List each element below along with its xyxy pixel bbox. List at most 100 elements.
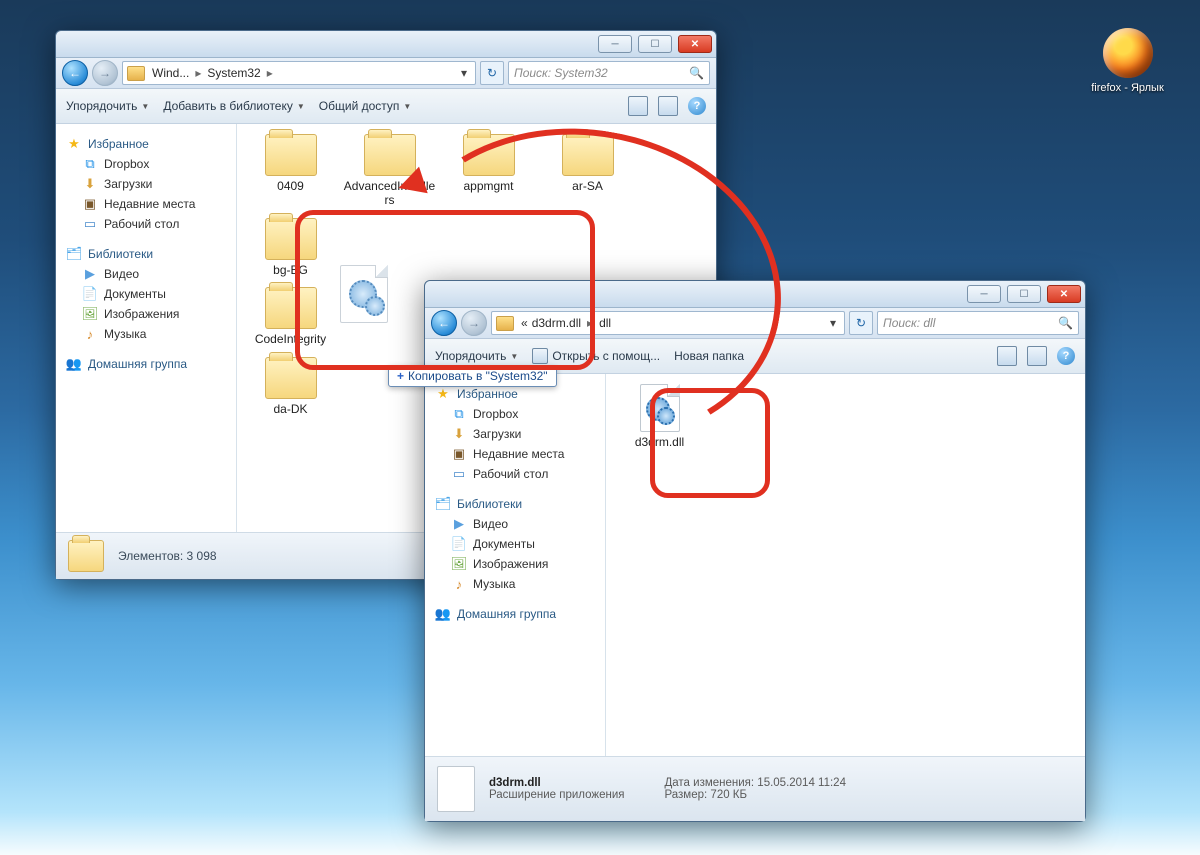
pictures-icon: 🖼 bbox=[451, 556, 467, 572]
breadcrumb-2[interactable]: System32 bbox=[207, 66, 260, 80]
refresh-button[interactable]: ↻ bbox=[849, 311, 873, 335]
help-icon[interactable]: ? bbox=[688, 97, 706, 115]
preview-pane-icon[interactable] bbox=[1027, 346, 1047, 366]
maximize-button[interactable]: ☐ bbox=[638, 35, 672, 53]
details-date: 15.05.2014 11:24 bbox=[757, 777, 846, 789]
nav-forward-button[interactable]: → bbox=[92, 60, 118, 86]
cmd-organize[interactable]: Упорядочить▼ bbox=[66, 99, 149, 113]
folder-icon bbox=[265, 134, 317, 176]
close-button[interactable]: ✕ bbox=[678, 35, 712, 53]
sidebar-item-documents[interactable]: 📄Документы bbox=[425, 534, 605, 554]
recent-icon: ▣ bbox=[451, 446, 467, 462]
sidebar-item-desktop[interactable]: ▭Рабочий стол bbox=[425, 464, 605, 484]
folder-icon bbox=[364, 134, 416, 176]
close-button[interactable]: ✕ bbox=[1047, 285, 1081, 303]
nav-pane[interactable]: ★Избранное ⧉Dropbox ⬇Загрузки ▣Недавние … bbox=[56, 124, 237, 532]
file-item-d3drm[interactable]: d3drm.dll bbox=[612, 384, 707, 450]
folder-icon bbox=[265, 218, 317, 260]
folder-icon bbox=[68, 540, 104, 572]
sidebar-item-recent[interactable]: ▣Недавние места bbox=[56, 194, 236, 214]
sidebar-item-music[interactable]: ♪Музыка bbox=[425, 574, 605, 594]
nav-back-button[interactable]: ← bbox=[431, 310, 457, 336]
location-bar[interactable]: Wind... ▸ System32 ▸ ▾ bbox=[122, 61, 476, 85]
documents-icon: 📄 bbox=[82, 286, 98, 302]
maximize-button[interactable]: ☐ bbox=[1007, 285, 1041, 303]
breadcrumb-1[interactable]: Wind... bbox=[152, 66, 189, 80]
sidebar-item-videos[interactable]: ▶Видео bbox=[56, 264, 236, 284]
open-with-icon bbox=[532, 348, 548, 364]
folder-item[interactable]: appmgmt bbox=[441, 134, 536, 208]
file-list[interactable]: d3drm.dll bbox=[606, 374, 1085, 756]
details-filename: d3drm.dll bbox=[489, 777, 541, 789]
sidebar-item-documents[interactable]: 📄Документы bbox=[56, 284, 236, 304]
desktop-icon: ▭ bbox=[82, 216, 98, 232]
cmd-open-with[interactable]: Открыть с помощ... bbox=[532, 348, 660, 364]
drag-ghost-dll bbox=[340, 265, 388, 327]
folder-item[interactable]: CodeIntegrity bbox=[243, 287, 338, 347]
details-size: 720 КБ bbox=[710, 789, 747, 801]
search-input[interactable]: Поиск: dll 🔍 bbox=[877, 311, 1079, 335]
refresh-button[interactable]: ↻ bbox=[480, 61, 504, 85]
details-pane: d3drm.dll Расширение приложения Дата изм… bbox=[425, 756, 1085, 821]
sidebar-libraries-header[interactable]: 🗂Библиотеки bbox=[425, 494, 605, 514]
cmd-new-folder[interactable]: Новая папка bbox=[674, 349, 744, 363]
cmd-add-to-library[interactable]: Добавить в библиотеку▼ bbox=[163, 99, 304, 113]
nav-back-button[interactable]: ← bbox=[62, 60, 88, 86]
location-dropdown[interactable]: ▾ bbox=[457, 66, 471, 80]
sidebar-homegroup-header[interactable]: 👥Домашняя группа bbox=[425, 604, 605, 624]
folder-item[interactable]: 0409 bbox=[243, 134, 338, 208]
location-bar[interactable]: « d3drm.dll ▸ dll ▾ bbox=[491, 311, 845, 335]
folder-item[interactable]: da-DK bbox=[243, 357, 338, 417]
nav-forward-button[interactable]: → bbox=[461, 310, 487, 336]
sidebar-homegroup-header[interactable]: 👥Домашняя группа bbox=[56, 354, 236, 374]
cmd-organize[interactable]: Упорядочить▼ bbox=[435, 349, 518, 363]
sidebar-item-downloads[interactable]: ⬇Загрузки bbox=[425, 424, 605, 444]
sidebar-item-desktop[interactable]: ▭Рабочий стол bbox=[56, 214, 236, 234]
copy-tooltip: + Копировать в "System32" bbox=[388, 365, 557, 387]
sidebar-item-pictures[interactable]: 🖼Изображения bbox=[425, 554, 605, 574]
sidebar-item-pictures[interactable]: 🖼Изображения bbox=[56, 304, 236, 324]
folder-item[interactable]: AdvancedInstallers bbox=[342, 134, 437, 208]
breadcrumb-2[interactable]: dll bbox=[599, 316, 611, 330]
explorer-window-dll[interactable]: ─ ☐ ✕ ← → « d3drm.dll ▸ dll ▾ ↻ Поиск: d… bbox=[424, 280, 1086, 822]
view-options-icon[interactable] bbox=[997, 346, 1017, 366]
dll-file-icon bbox=[340, 265, 388, 323]
desktop-shortcut-firefox[interactable]: firefox - Ярлык bbox=[1080, 28, 1175, 95]
help-icon[interactable]: ? bbox=[1057, 347, 1075, 365]
desktop-shortcut-label: firefox - Ярлык bbox=[1080, 82, 1175, 95]
titlebar[interactable]: ─ ☐ ✕ bbox=[56, 31, 716, 58]
sidebar-item-music[interactable]: ♪Музыка bbox=[56, 324, 236, 344]
minimize-button[interactable]: ─ bbox=[967, 285, 1001, 303]
search-input[interactable]: Поиск: System32 🔍 bbox=[508, 61, 710, 85]
sidebar-item-recent[interactable]: ▣Недавние места bbox=[425, 444, 605, 464]
breadcrumb-sep: ▸ bbox=[195, 66, 201, 80]
breadcrumb-1[interactable]: d3drm.dll bbox=[532, 316, 581, 330]
cmd-share[interactable]: Общий доступ▼ bbox=[319, 99, 412, 113]
sidebar-favorites-header[interactable]: ★Избранное bbox=[56, 134, 236, 154]
sidebar-item-dropbox[interactable]: ⧉Dropbox bbox=[425, 404, 605, 424]
location-dropdown[interactable]: ▾ bbox=[826, 316, 840, 330]
download-icon: ⬇ bbox=[82, 176, 98, 192]
folder-icon bbox=[127, 66, 145, 81]
sidebar-libraries-header[interactable]: 🗂Библиотеки bbox=[56, 244, 236, 264]
view-options-icon[interactable] bbox=[628, 96, 648, 116]
preview-pane-icon[interactable] bbox=[658, 96, 678, 116]
folder-item[interactable]: bg-BG bbox=[243, 218, 338, 278]
nav-pane[interactable]: ★Избранное ⧉Dropbox ⬇Загрузки ▣Недавние … bbox=[425, 374, 606, 756]
sidebar-favorites-header[interactable]: ★Избранное bbox=[425, 384, 605, 404]
firefox-icon bbox=[1103, 28, 1153, 78]
search-placeholder: Поиск: dll bbox=[883, 316, 935, 330]
video-icon: ▶ bbox=[82, 266, 98, 282]
music-icon: ♪ bbox=[82, 326, 98, 342]
plus-icon: + bbox=[397, 369, 404, 383]
minimize-button[interactable]: ─ bbox=[598, 35, 632, 53]
item-count: Элементов: 3 098 bbox=[118, 549, 217, 563]
music-icon: ♪ bbox=[451, 576, 467, 592]
dropbox-icon: ⧉ bbox=[82, 156, 98, 172]
breadcrumb-pre[interactable]: « bbox=[521, 316, 528, 330]
sidebar-item-downloads[interactable]: ⬇Загрузки bbox=[56, 174, 236, 194]
titlebar[interactable]: ─ ☐ ✕ bbox=[425, 281, 1085, 308]
sidebar-item-dropbox[interactable]: ⧉Dropbox bbox=[56, 154, 236, 174]
sidebar-item-videos[interactable]: ▶Видео bbox=[425, 514, 605, 534]
folder-item[interactable]: ar-SA bbox=[540, 134, 635, 208]
